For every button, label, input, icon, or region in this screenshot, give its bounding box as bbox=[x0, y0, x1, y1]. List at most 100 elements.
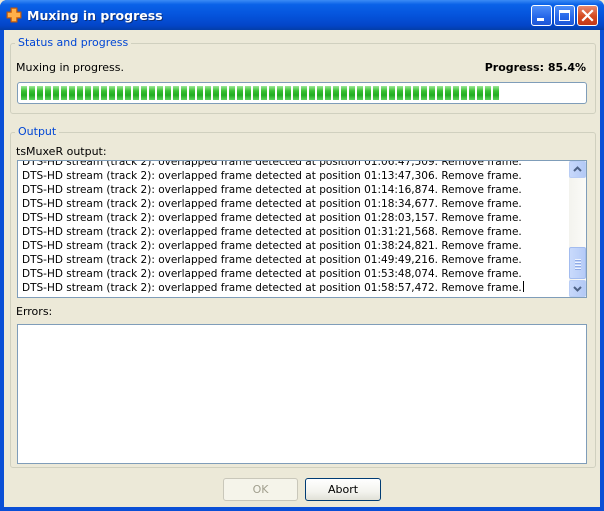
progress-segment bbox=[197, 86, 203, 100]
log-line: DTS-HD stream (track 2): overlapped fram… bbox=[22, 160, 522, 168]
log-line: DTS-HD stream (track 2): overlapped fram… bbox=[22, 184, 522, 196]
progress-segment bbox=[93, 86, 99, 100]
progress-segment bbox=[141, 86, 147, 100]
errors-textbox[interactable] bbox=[17, 324, 587, 464]
progress-segment bbox=[45, 86, 51, 100]
output-label: tsMuxeR output: bbox=[16, 145, 107, 158]
progress-segment bbox=[309, 86, 315, 100]
progress-segment bbox=[477, 86, 483, 100]
progress-segment bbox=[317, 86, 323, 100]
progress-segment bbox=[173, 86, 179, 100]
maximize-icon bbox=[559, 10, 570, 21]
log-line: DTS-HD stream (track 2): overlapped fram… bbox=[22, 268, 522, 280]
close-icon bbox=[581, 9, 594, 22]
progress-segment bbox=[365, 86, 371, 100]
progress-segment bbox=[69, 86, 75, 100]
scroll-up-button[interactable] bbox=[569, 161, 586, 178]
progress-segment bbox=[181, 86, 187, 100]
scroll-down-button[interactable] bbox=[569, 280, 586, 297]
progress-segment bbox=[205, 86, 211, 100]
dialog-client-area: Status and progress Muxing in progress. … bbox=[4, 30, 600, 507]
progress-segment bbox=[229, 86, 235, 100]
abort-button[interactable]: Abort bbox=[305, 478, 381, 501]
progress-segment bbox=[437, 86, 443, 100]
progress-segment bbox=[213, 86, 219, 100]
progress-segment bbox=[325, 86, 331, 100]
errors-label: Errors: bbox=[16, 305, 53, 318]
progress-segment bbox=[165, 86, 171, 100]
progress-segment bbox=[133, 86, 139, 100]
title-bar[interactable]: Muxing in progress bbox=[0, 0, 604, 30]
progress-segment bbox=[349, 86, 355, 100]
output-group-title: Output bbox=[15, 125, 60, 138]
progress-segment bbox=[333, 86, 339, 100]
output-scrollbar[interactable] bbox=[569, 161, 586, 297]
ok-button[interactable]: OK bbox=[223, 478, 298, 501]
progress-segment bbox=[21, 86, 27, 100]
progress-segment bbox=[285, 86, 291, 100]
status-group-title: Status and progress bbox=[15, 36, 132, 49]
progress-segment bbox=[237, 86, 243, 100]
chevron-down-icon bbox=[573, 286, 582, 292]
progress-segment bbox=[277, 86, 283, 100]
chevron-up-icon bbox=[573, 166, 582, 172]
main-window: Muxing in progress Status and progress M… bbox=[0, 0, 604, 511]
progress-segment bbox=[85, 86, 91, 100]
progress-fill bbox=[21, 86, 499, 100]
progress-segment bbox=[373, 86, 379, 100]
log-line: DTS-HD stream (track 2): overlapped fram… bbox=[22, 198, 522, 210]
progress-segment bbox=[61, 86, 67, 100]
progress-segment bbox=[485, 86, 491, 100]
progress-segment bbox=[109, 86, 115, 100]
progress-segment bbox=[117, 86, 123, 100]
log-line: DTS-HD stream (track 2): overlapped fram… bbox=[22, 226, 522, 238]
close-button[interactable] bbox=[577, 5, 598, 26]
progress-segment bbox=[53, 86, 59, 100]
progress-segment bbox=[77, 86, 83, 100]
progress-segment bbox=[397, 86, 403, 100]
progress-segment bbox=[189, 86, 195, 100]
output-log: DTS-HD stream (track 2): overlapped fram… bbox=[22, 160, 524, 295]
log-line: DTS-HD stream (track 2): overlapped fram… bbox=[22, 170, 522, 182]
log-line: DTS-HD stream (track 2): overlapped fram… bbox=[22, 212, 522, 224]
progress-segment bbox=[125, 86, 131, 100]
progress-segment bbox=[493, 86, 499, 100]
progress-segment bbox=[469, 86, 475, 100]
window-title: Muxing in progress bbox=[27, 8, 163, 23]
progress-segment bbox=[405, 86, 411, 100]
minimize-button[interactable] bbox=[531, 5, 552, 26]
maximize-button[interactable] bbox=[554, 5, 575, 26]
progress-segment bbox=[413, 86, 419, 100]
progress-segment bbox=[245, 86, 251, 100]
output-textbox[interactable]: DTS-HD stream (track 2): overlapped fram… bbox=[17, 160, 587, 298]
progress-segment bbox=[221, 86, 227, 100]
progress-label: Progress: 85.4% bbox=[484, 61, 586, 74]
progress-segment bbox=[341, 86, 347, 100]
progress-segment bbox=[381, 86, 387, 100]
log-line: DTS-HD stream (track 2): overlapped fram… bbox=[22, 281, 524, 294]
progress-segment bbox=[421, 86, 427, 100]
progress-bar bbox=[17, 82, 587, 104]
progress-segment bbox=[293, 86, 299, 100]
progress-segment bbox=[461, 86, 467, 100]
tsmuxer-cross-icon bbox=[6, 7, 22, 23]
log-line: DTS-HD stream (track 2): overlapped fram… bbox=[22, 254, 522, 266]
progress-segment bbox=[149, 86, 155, 100]
progress-segment bbox=[269, 86, 275, 100]
progress-segment bbox=[453, 86, 459, 100]
progress-segment bbox=[29, 86, 35, 100]
progress-segment bbox=[357, 86, 363, 100]
progress-segment bbox=[429, 86, 435, 100]
progress-segment bbox=[157, 86, 163, 100]
progress-segment bbox=[37, 86, 43, 100]
progress-segment bbox=[253, 86, 259, 100]
minimize-icon bbox=[537, 18, 544, 21]
status-text: Muxing in progress. bbox=[16, 61, 124, 74]
log-line: DTS-HD stream (track 2): overlapped fram… bbox=[22, 240, 522, 252]
scroll-thumb[interactable] bbox=[569, 247, 586, 279]
progress-segment bbox=[101, 86, 107, 100]
progress-segment bbox=[389, 86, 395, 100]
progress-segment bbox=[301, 86, 307, 100]
progress-segment bbox=[445, 86, 451, 100]
progress-segment bbox=[261, 86, 267, 100]
